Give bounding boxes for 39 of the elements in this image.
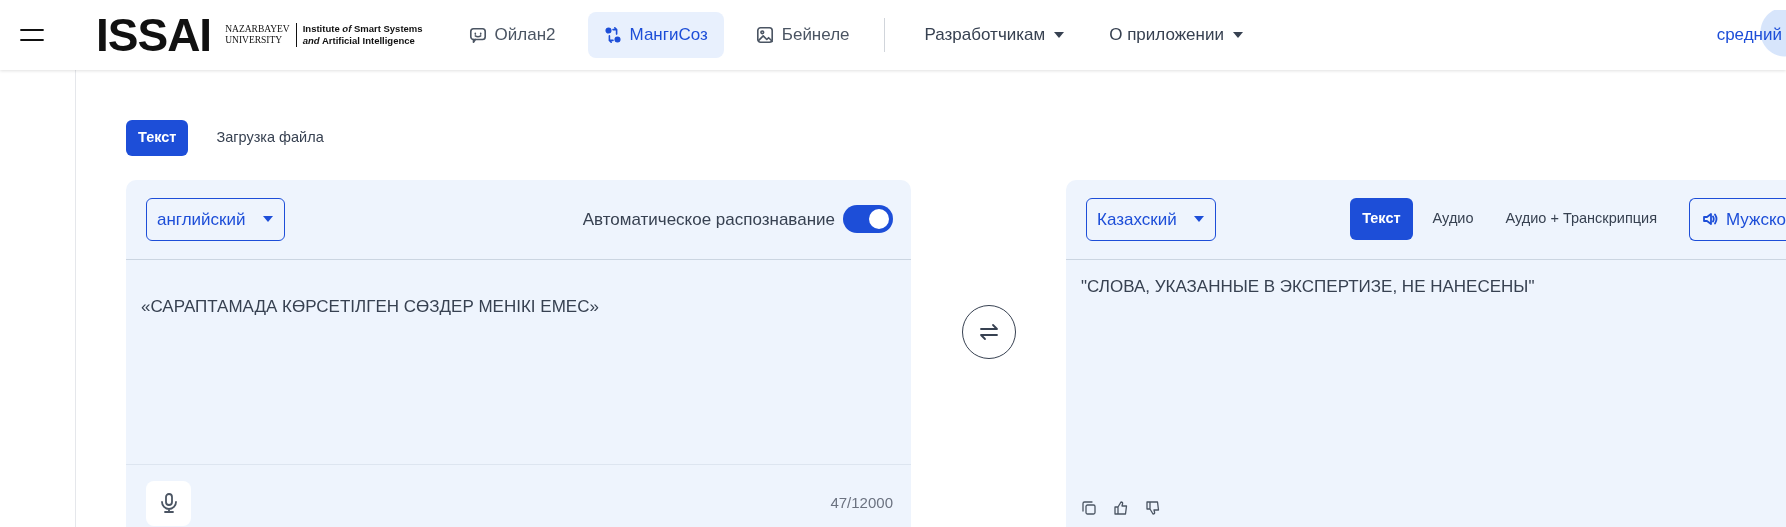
input-tab[interactable]: Текст bbox=[126, 120, 189, 156]
image-icon bbox=[755, 26, 774, 44]
feedback-button[interactable] bbox=[1081, 499, 1097, 516]
speaker-icon bbox=[1702, 211, 1718, 228]
output-mode-tab[interactable]: Аудио + Транскрипция bbox=[1493, 198, 1669, 241]
auto-detect-label: Автоматическое распознавание bbox=[582, 208, 835, 231]
input-tab[interactable]: Загрузка файла bbox=[204, 120, 336, 156]
university-name: NAZARBAYEV UNIVERSITY bbox=[225, 23, 290, 47]
caret-icon bbox=[1231, 31, 1244, 39]
output-mode-tab[interactable]: Текст bbox=[1350, 198, 1413, 241]
menu-icon bbox=[20, 26, 44, 44]
institute-name: Institute of Smart Systems and Artificial Intelligence bbox=[295, 22, 423, 48]
copy-icon bbox=[1081, 499, 1097, 516]
language-select[interactable]: Казахский bbox=[1086, 197, 1216, 241]
swap-arrows-icon bbox=[978, 322, 999, 341]
feedback-button[interactable] bbox=[1145, 499, 1161, 516]
nav-tab[interactable]: МангиСоз bbox=[587, 12, 724, 58]
feedback-button[interactable] bbox=[1113, 499, 1129, 516]
language-select[interactable]: английский bbox=[146, 197, 285, 241]
translation-text: "СЛОВА, УКАЗАННЫЕ В ЭКСПЕРТИЗЕ, НЕ НАНЕСЕНЫ" bbox=[1080, 275, 1536, 298]
menu-dropdown[interactable]: Разработчикам bbox=[902, 14, 1088, 56]
caret-icon bbox=[1192, 215, 1205, 224]
logo-wordmark: ISSAI bbox=[96, 12, 212, 58]
source-text-input[interactable]: «САРАПТАМАДА КӨРСЕТІЛГЕН СӨЗДЕР МЕНІКІ ЕМЕС» bbox=[126, 259, 911, 465]
caret-icon bbox=[261, 215, 274, 224]
output-mode-tab[interactable]: Аудио bbox=[1420, 198, 1486, 241]
auto-detect-toggle[interactable] bbox=[843, 205, 893, 234]
nav-tab[interactable]: Бейнеле bbox=[739, 12, 866, 58]
microphone-button[interactable] bbox=[146, 480, 191, 526]
microphone-icon bbox=[159, 493, 178, 514]
caret-icon bbox=[1053, 31, 1066, 39]
voice-select[interactable]: Мужско bbox=[1689, 197, 1786, 241]
chat-icon bbox=[468, 26, 487, 44]
nav-tab[interactable]: Ойлан2 bbox=[452, 12, 572, 58]
swap-icon bbox=[603, 26, 622, 44]
thumbs-up-icon bbox=[1113, 499, 1129, 516]
menu-dropdown[interactable]: О приложении bbox=[1087, 14, 1266, 56]
character-count: 47/12000 bbox=[830, 493, 893, 513]
thumbs-down-icon bbox=[1145, 499, 1161, 516]
